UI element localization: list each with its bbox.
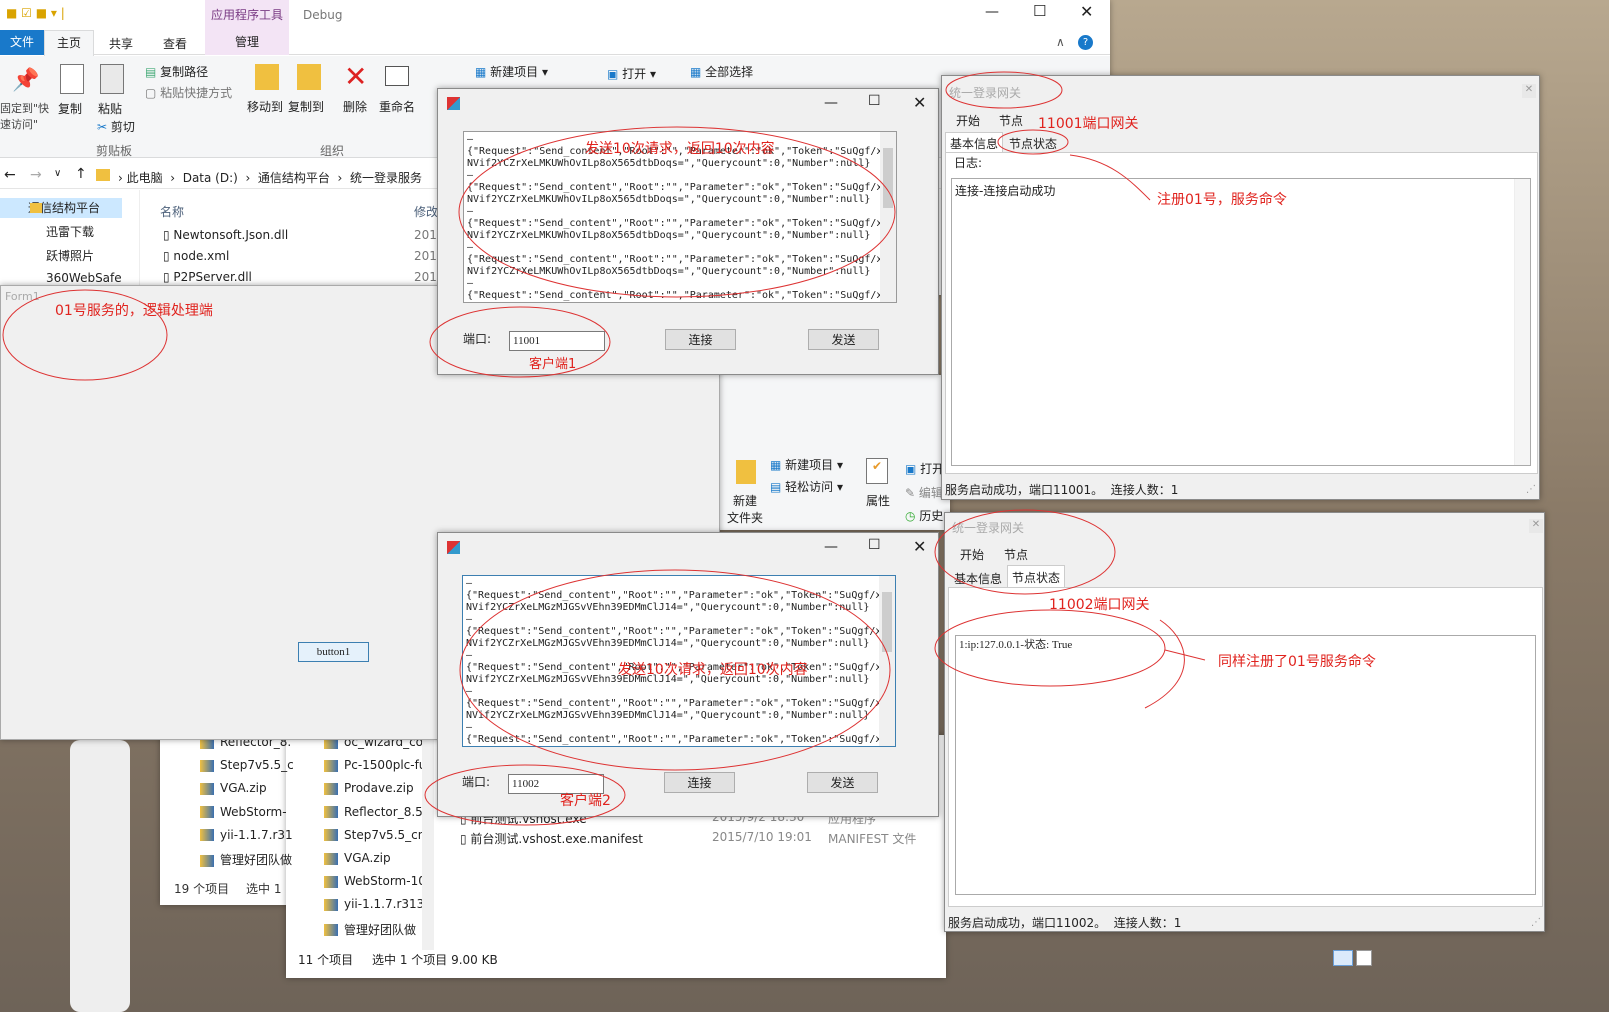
- annotation-client1-title: 发送10次请求，返回10次内容: [585, 141, 775, 157]
- annotation-client2-label: 客户端2: [560, 793, 611, 809]
- annotation-circle: [429, 306, 611, 378]
- annotation-client1-label: 客户端1: [529, 357, 577, 372]
- annotation-client2-title: 发送10次请求，返回10次内容: [618, 662, 808, 678]
- annotation-circle: [945, 71, 1063, 109]
- annotation-register01: 注册01号，服务命令: [1157, 192, 1287, 208]
- annotation-gateway2: 11002端口网关: [1049, 597, 1150, 613]
- annotation-arrow: [1069, 154, 1151, 201]
- annotation-register-same: 同样注册了01号服务命令: [1218, 654, 1376, 670]
- annotation-gateway1: 11001端口网关: [1038, 116, 1139, 132]
- annotation-layer: [2, 71, 1206, 826]
- annotation-circle: [934, 609, 1166, 687]
- annotation-service01: 01号服务的，逻辑处理端: [55, 303, 213, 319]
- annotation-circle: [934, 509, 1116, 595]
- annotation-circle: [997, 129, 1069, 155]
